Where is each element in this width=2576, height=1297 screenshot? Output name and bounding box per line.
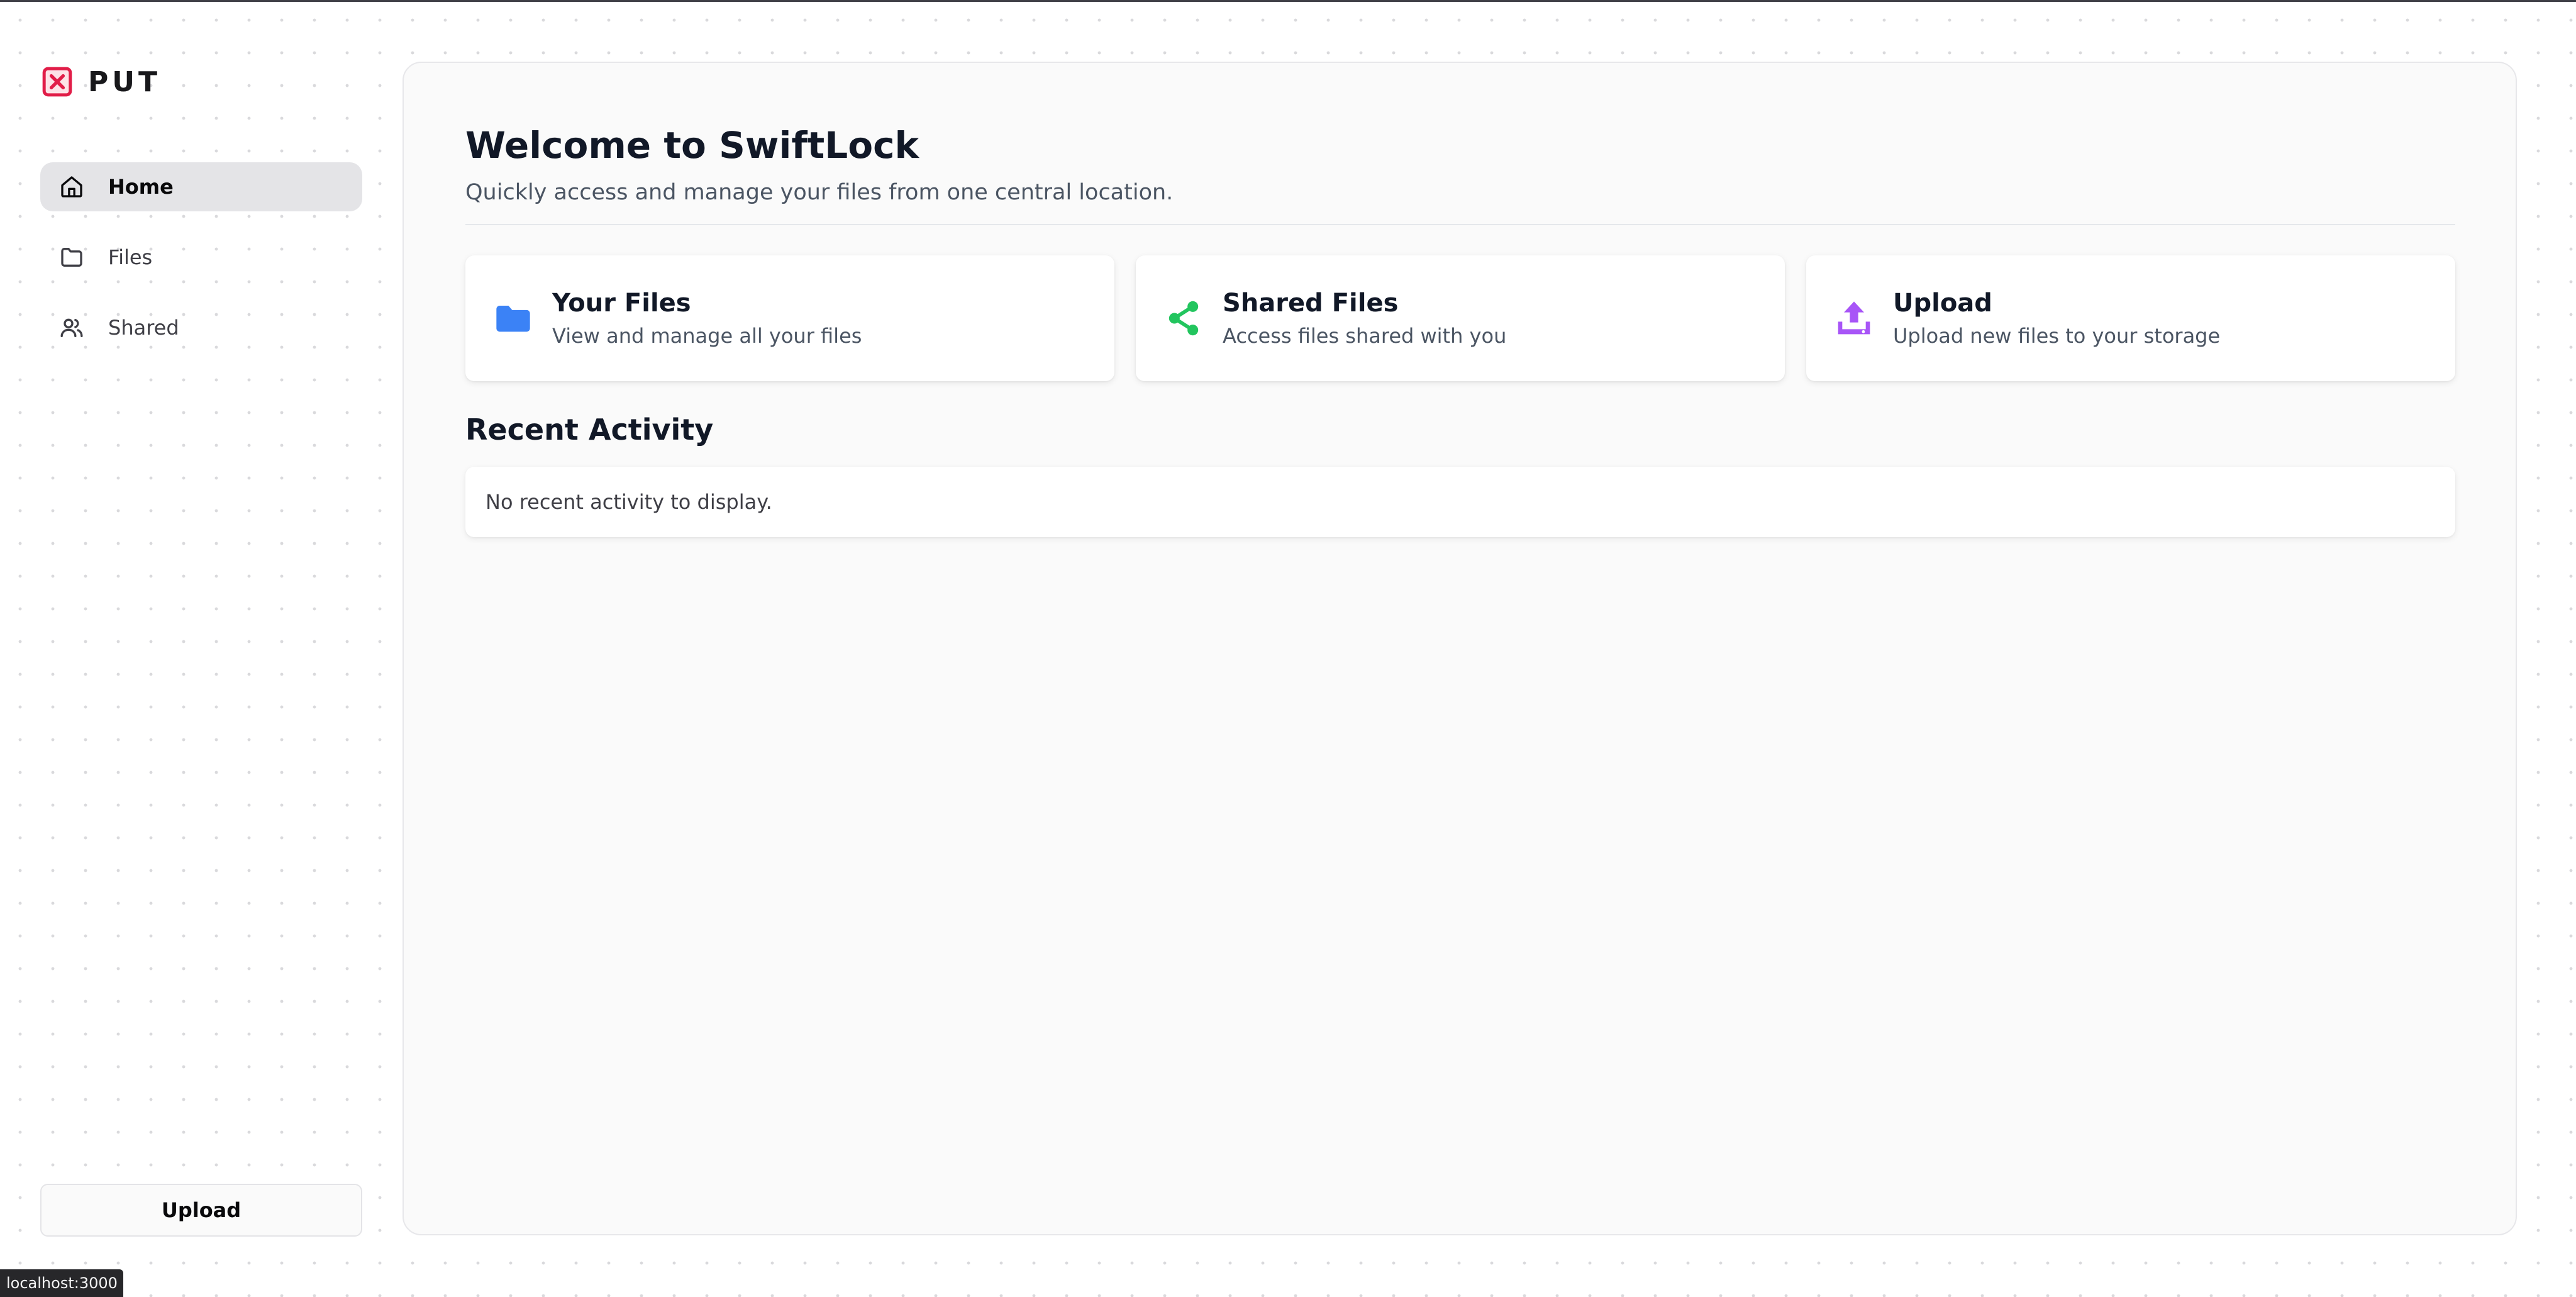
status-bar-url: localhost:3000 — [0, 1269, 123, 1297]
your-files-card[interactable]: Your Files View and manage all your file… — [465, 255, 1114, 381]
sidebar-item-label: Shared — [108, 316, 179, 340]
brand-name: PUT — [88, 65, 161, 98]
sidebar: PUT Home Files Shared Upload — [40, 63, 362, 1237]
sidebar-item-home[interactable]: Home — [40, 162, 362, 211]
x-square-icon — [42, 66, 73, 97]
window-top-border — [0, 0, 2576, 2]
page-subtitle: Quickly access and manage your files fro… — [465, 180, 1174, 205]
card-title: Upload — [1893, 289, 1992, 318]
recent-activity-title: Recent Activity — [465, 413, 714, 447]
quick-actions: Your Files View and manage all your file… — [465, 255, 2455, 381]
users-icon — [59, 315, 84, 340]
folder-icon — [493, 298, 533, 338]
home-icon — [59, 174, 84, 199]
sidebar-upload-button[interactable]: Upload — [40, 1184, 362, 1237]
main-content: Welcome to SwiftLock Quickly access and … — [465, 125, 2455, 537]
card-title: Shared Files — [1223, 289, 1399, 318]
card-description: Upload new files to your storage — [1893, 324, 2221, 348]
brand[interactable]: PUT — [40, 63, 362, 101]
recent-activity-empty: No recent activity to display. — [465, 467, 2455, 537]
upload-icon — [1834, 298, 1874, 338]
sidebar-item-shared[interactable]: Shared — [40, 303, 362, 352]
main-panel: Welcome to SwiftLock Quickly access and … — [402, 62, 2517, 1235]
card-description: Access files shared with you — [1223, 324, 1507, 348]
divider — [465, 224, 2455, 225]
card-description: View and manage all your files — [552, 324, 862, 348]
shared-files-card[interactable]: Shared Files Access files shared with yo… — [1136, 255, 1785, 381]
upload-card[interactable]: Upload Upload new files to your storage — [1806, 255, 2455, 381]
share-icon — [1163, 298, 1204, 338]
sidebar-item-label: Files — [108, 245, 153, 269]
page-title: Welcome to SwiftLock — [465, 124, 919, 167]
sidebar-nav: Home Files Shared — [40, 162, 362, 374]
card-title: Your Files — [552, 289, 691, 318]
folder-icon — [59, 245, 84, 270]
sidebar-item-label: Home — [108, 175, 174, 199]
sidebar-item-files[interactable]: Files — [40, 233, 362, 282]
